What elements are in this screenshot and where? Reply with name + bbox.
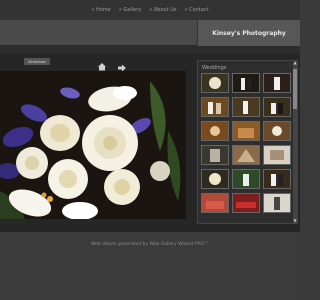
next-arrow-icon[interactable] [117, 57, 127, 72]
thumbnail[interactable] [201, 73, 229, 93]
thumbnail[interactable] [263, 169, 291, 189]
thumbnail[interactable] [263, 145, 291, 165]
thumbnail[interactable] [201, 121, 229, 141]
header-band: Kinsey's Photography [0, 20, 300, 46]
main-photo[interactable] [0, 71, 186, 219]
thumbnail[interactable] [263, 73, 291, 93]
footer-credit: Web album generated by Web Gallery Wizar… [91, 242, 209, 247]
nav-contact[interactable]: » Contact [185, 7, 209, 13]
scroll-down-icon[interactable]: ▼ [293, 219, 297, 223]
thumbnail[interactable] [232, 73, 260, 93]
thumbnail[interactable] [201, 97, 229, 117]
header-divider [0, 46, 300, 54]
thumbnail-grid [201, 73, 293, 213]
home-icon[interactable] [97, 56, 107, 71]
thumbnail[interactable] [263, 121, 291, 141]
thumbnail[interactable] [201, 169, 229, 189]
nav-home[interactable]: » Home [91, 7, 110, 13]
thumbnail[interactable] [263, 193, 291, 213]
slideshow-button[interactable]: Slideshow [24, 58, 50, 65]
thumbnail[interactable] [232, 97, 260, 117]
nav-gallery[interactable]: » Gallery [119, 7, 141, 13]
scroll-up-icon[interactable]: ▲ [293, 61, 297, 65]
thumbnail[interactable] [232, 145, 260, 165]
scrollbar-thumb[interactable] [293, 69, 297, 109]
gallery-title: Weddings [202, 65, 227, 71]
site-title: Kinsey's Photography [197, 20, 300, 46]
thumbnail[interactable] [263, 97, 291, 117]
thumbnail[interactable] [201, 193, 229, 213]
thumbnail[interactable] [232, 169, 260, 189]
gallery-sidebar: Weddings ▲ ▼ [197, 60, 298, 224]
top-navigation: » Home » Gallery » About Us » Contact [0, 0, 300, 20]
viewer-toolbar: Slideshow [0, 54, 192, 72]
main-panel: Slideshow Weddings ▲ ▼ [0, 54, 300, 232]
nav-about-us[interactable]: » About Us [149, 7, 176, 13]
thumbnail[interactable] [232, 193, 260, 213]
thumbnail[interactable] [232, 121, 260, 141]
gallery-scrollbar[interactable]: ▲ ▼ [293, 61, 297, 223]
thumbnail[interactable] [201, 145, 229, 165]
